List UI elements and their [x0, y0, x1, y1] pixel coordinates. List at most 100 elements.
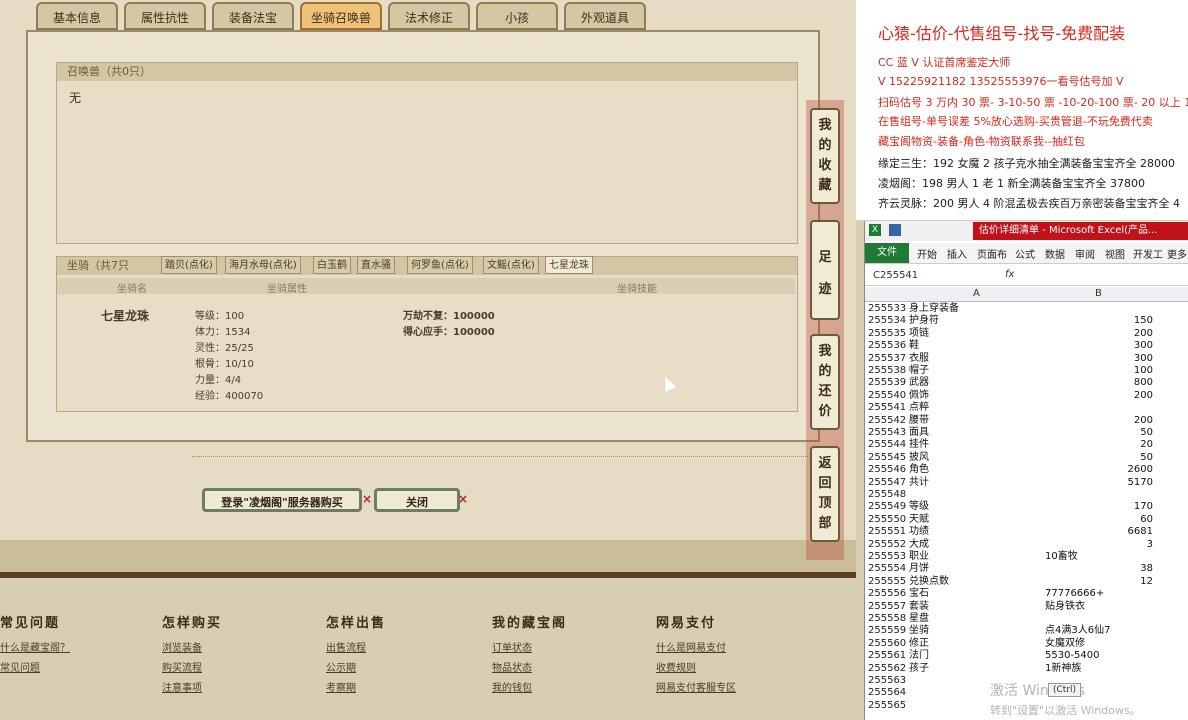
sheet-row[interactable]: 255549 等级 170: [865, 501, 1188, 513]
sheet-row[interactable]: 255550 天赋 60: [865, 514, 1188, 526]
tab-mount-summon[interactable]: 坐骑召唤兽: [300, 2, 382, 30]
mount-tab[interactable]: 踏贝(点化): [161, 256, 217, 274]
my-offers-button[interactable]: 我 的 还 价: [810, 334, 840, 430]
tab-child[interactable]: 小孩: [476, 2, 558, 30]
cell-a[interactable]: 角色: [909, 464, 929, 476]
ribbon-tab[interactable]: 开始: [917, 246, 937, 261]
cell-a[interactable]: 披风: [909, 452, 929, 464]
cell-a[interactable]: 法门: [909, 650, 929, 662]
footer-link[interactable]: 常见问题: [0, 659, 70, 674]
sheet-row[interactable]: 255559 坐骑 点4满3人6仙7: [865, 625, 1188, 637]
sheet-row[interactable]: 255552 大成 3: [865, 539, 1188, 551]
cell-a[interactable]: 武器: [909, 377, 929, 389]
sheet-row[interactable]: 255547 共计 5170: [865, 477, 1188, 489]
sheet-row[interactable]: 255548: [865, 489, 1188, 501]
cell-b[interactable]: 5530-5400: [1045, 650, 1100, 662]
cell-b[interactable]: 200: [1134, 415, 1153, 427]
footer-link[interactable]: 考察期: [326, 679, 386, 694]
cell-b[interactable]: 5170: [1128, 477, 1153, 489]
cell-b[interactable]: 女魔双修: [1045, 638, 1085, 650]
ribbon-tab[interactable]: 数据: [1045, 246, 1065, 261]
cell-a[interactable]: 面具: [909, 427, 929, 439]
footer-link[interactable]: 什么是藏宝阁？: [0, 639, 70, 654]
sheet-row[interactable]: 255562 孩子 1新神族: [865, 663, 1188, 675]
cell-b[interactable]: 12: [1140, 576, 1153, 588]
cell-a[interactable]: 兑换点数: [909, 576, 949, 588]
cell-b[interactable]: 20: [1140, 439, 1153, 451]
close-x-icon[interactable]: ×: [458, 492, 468, 506]
sheet-row[interactable]: 255554 月饼 38: [865, 563, 1188, 575]
cell-b[interactable]: 50: [1140, 427, 1153, 439]
close-button[interactable]: 关闭: [374, 488, 460, 512]
cell-b[interactable]: 800: [1134, 377, 1153, 389]
ribbon-tab[interactable]: 页面布: [977, 246, 1007, 261]
cell-b[interactable]: 170: [1134, 501, 1153, 513]
sheet-row[interactable]: 255556 宝石 77776666+: [865, 588, 1188, 600]
mount-tab-active[interactable]: 七星龙珠: [545, 256, 593, 274]
sheet-row[interactable]: 255553 职业 10畜牧: [865, 551, 1188, 563]
cell-a[interactable]: 腰带: [909, 415, 929, 427]
sheet-row[interactable]: 255539 武器 800: [865, 377, 1188, 389]
name-box[interactable]: C255541: [873, 269, 951, 283]
ribbon-tab[interactable]: 开发工: [1133, 246, 1163, 261]
cell-a[interactable]: 鞋: [909, 340, 919, 352]
sheet-row[interactable]: 255538 帽子 100: [865, 365, 1188, 377]
cell-a[interactable]: 职业: [909, 551, 929, 563]
footer-link[interactable]: 订单状态: [492, 639, 567, 654]
cell-b[interactable]: 200: [1134, 390, 1153, 402]
cell-b[interactable]: 2600: [1128, 464, 1153, 476]
ribbon-tab[interactable]: 视图: [1105, 246, 1125, 261]
footer-link[interactable]: 出售流程: [326, 639, 386, 654]
ribbon-tab[interactable]: 插入: [947, 246, 967, 261]
mount-tab[interactable]: 白玉鹤: [313, 256, 351, 274]
save-icon[interactable]: [889, 224, 901, 236]
col-header-a[interactable]: A: [973, 288, 980, 299]
tab-equipment[interactable]: 装备法宝: [212, 2, 294, 30]
sheet-row[interactable]: 255558 星盘: [865, 613, 1188, 625]
sheet-row[interactable]: 255557 套装 贴身铁衣: [865, 601, 1188, 613]
cell-b[interactable]: 点4满3人6仙7: [1045, 625, 1110, 637]
paste-options-button[interactable]: (Ctrl): [1048, 683, 1082, 697]
cell-b[interactable]: 贴身铁衣: [1045, 601, 1085, 613]
footer-link[interactable]: 公示期: [326, 659, 386, 674]
sheet-row[interactable]: 255551 功绩 6681: [865, 526, 1188, 538]
cell-a[interactable]: 孩子: [909, 663, 929, 675]
mount-tab[interactable]: 直水骚: [357, 256, 395, 274]
cell-a[interactable]: 挂件: [909, 439, 929, 451]
cell-a[interactable]: 功绩: [909, 526, 929, 538]
footer-link[interactable]: 浏览装备: [162, 639, 222, 654]
cell-a[interactable]: 大成: [909, 539, 929, 551]
sheet-row[interactable]: 255542 腰带 200: [865, 415, 1188, 427]
mount-tab[interactable]: 何罗鱼(点化): [407, 256, 473, 274]
cell-a[interactable]: 天赋: [909, 514, 929, 526]
tab-basic-info[interactable]: 基本信息: [36, 2, 118, 30]
cell-a[interactable]: 衣服: [909, 353, 929, 365]
mount-tab[interactable]: 海月水母(点化): [225, 256, 301, 274]
cell-a[interactable]: 点粹: [909, 402, 929, 414]
cell-b[interactable]: 100: [1134, 365, 1153, 377]
cell-a[interactable]: 坐骑: [909, 625, 929, 637]
sheet-row[interactable]: 255545 披风 50: [865, 452, 1188, 464]
cell-a[interactable]: 身上穿装备: [909, 303, 959, 315]
sheet-row[interactable]: 255536 鞋 300: [865, 340, 1188, 352]
buy-server-button[interactable]: 登录"凌烟阁"服务器购买: [202, 488, 362, 512]
cell-a[interactable]: 星盘: [909, 613, 929, 625]
footer-link[interactable]: 我的钱包: [492, 679, 567, 694]
cell-a[interactable]: 护身符: [909, 315, 939, 327]
cell-a[interactable]: 宝石: [909, 588, 929, 600]
footer-link[interactable]: 物品状态: [492, 659, 567, 674]
sheet-row[interactable]: 255560 修正 女魔双修: [865, 638, 1188, 650]
tab-appearance[interactable]: 外观道具: [564, 2, 646, 30]
cell-a[interactable]: 帽子: [909, 365, 929, 377]
footer-link[interactable]: 购买流程: [162, 659, 222, 674]
footprints-button[interactable]: 足 迹: [810, 220, 840, 320]
cell-b[interactable]: 1新神族: [1045, 663, 1081, 675]
cell-b[interactable]: 300: [1134, 340, 1153, 352]
sheet-row[interactable]: 255543 面具 50: [865, 427, 1188, 439]
mount-tab[interactable]: 文鳐(点化): [483, 256, 539, 274]
back-to-top-button[interactable]: 返 回 顶 部: [810, 446, 840, 542]
cell-a[interactable]: 套装: [909, 601, 929, 613]
sheet-row[interactable]: 255537 衣服 300: [865, 353, 1188, 365]
sheet-row[interactable]: 255561 法门 5530-5400: [865, 650, 1188, 662]
cell-b[interactable]: 50: [1140, 452, 1153, 464]
